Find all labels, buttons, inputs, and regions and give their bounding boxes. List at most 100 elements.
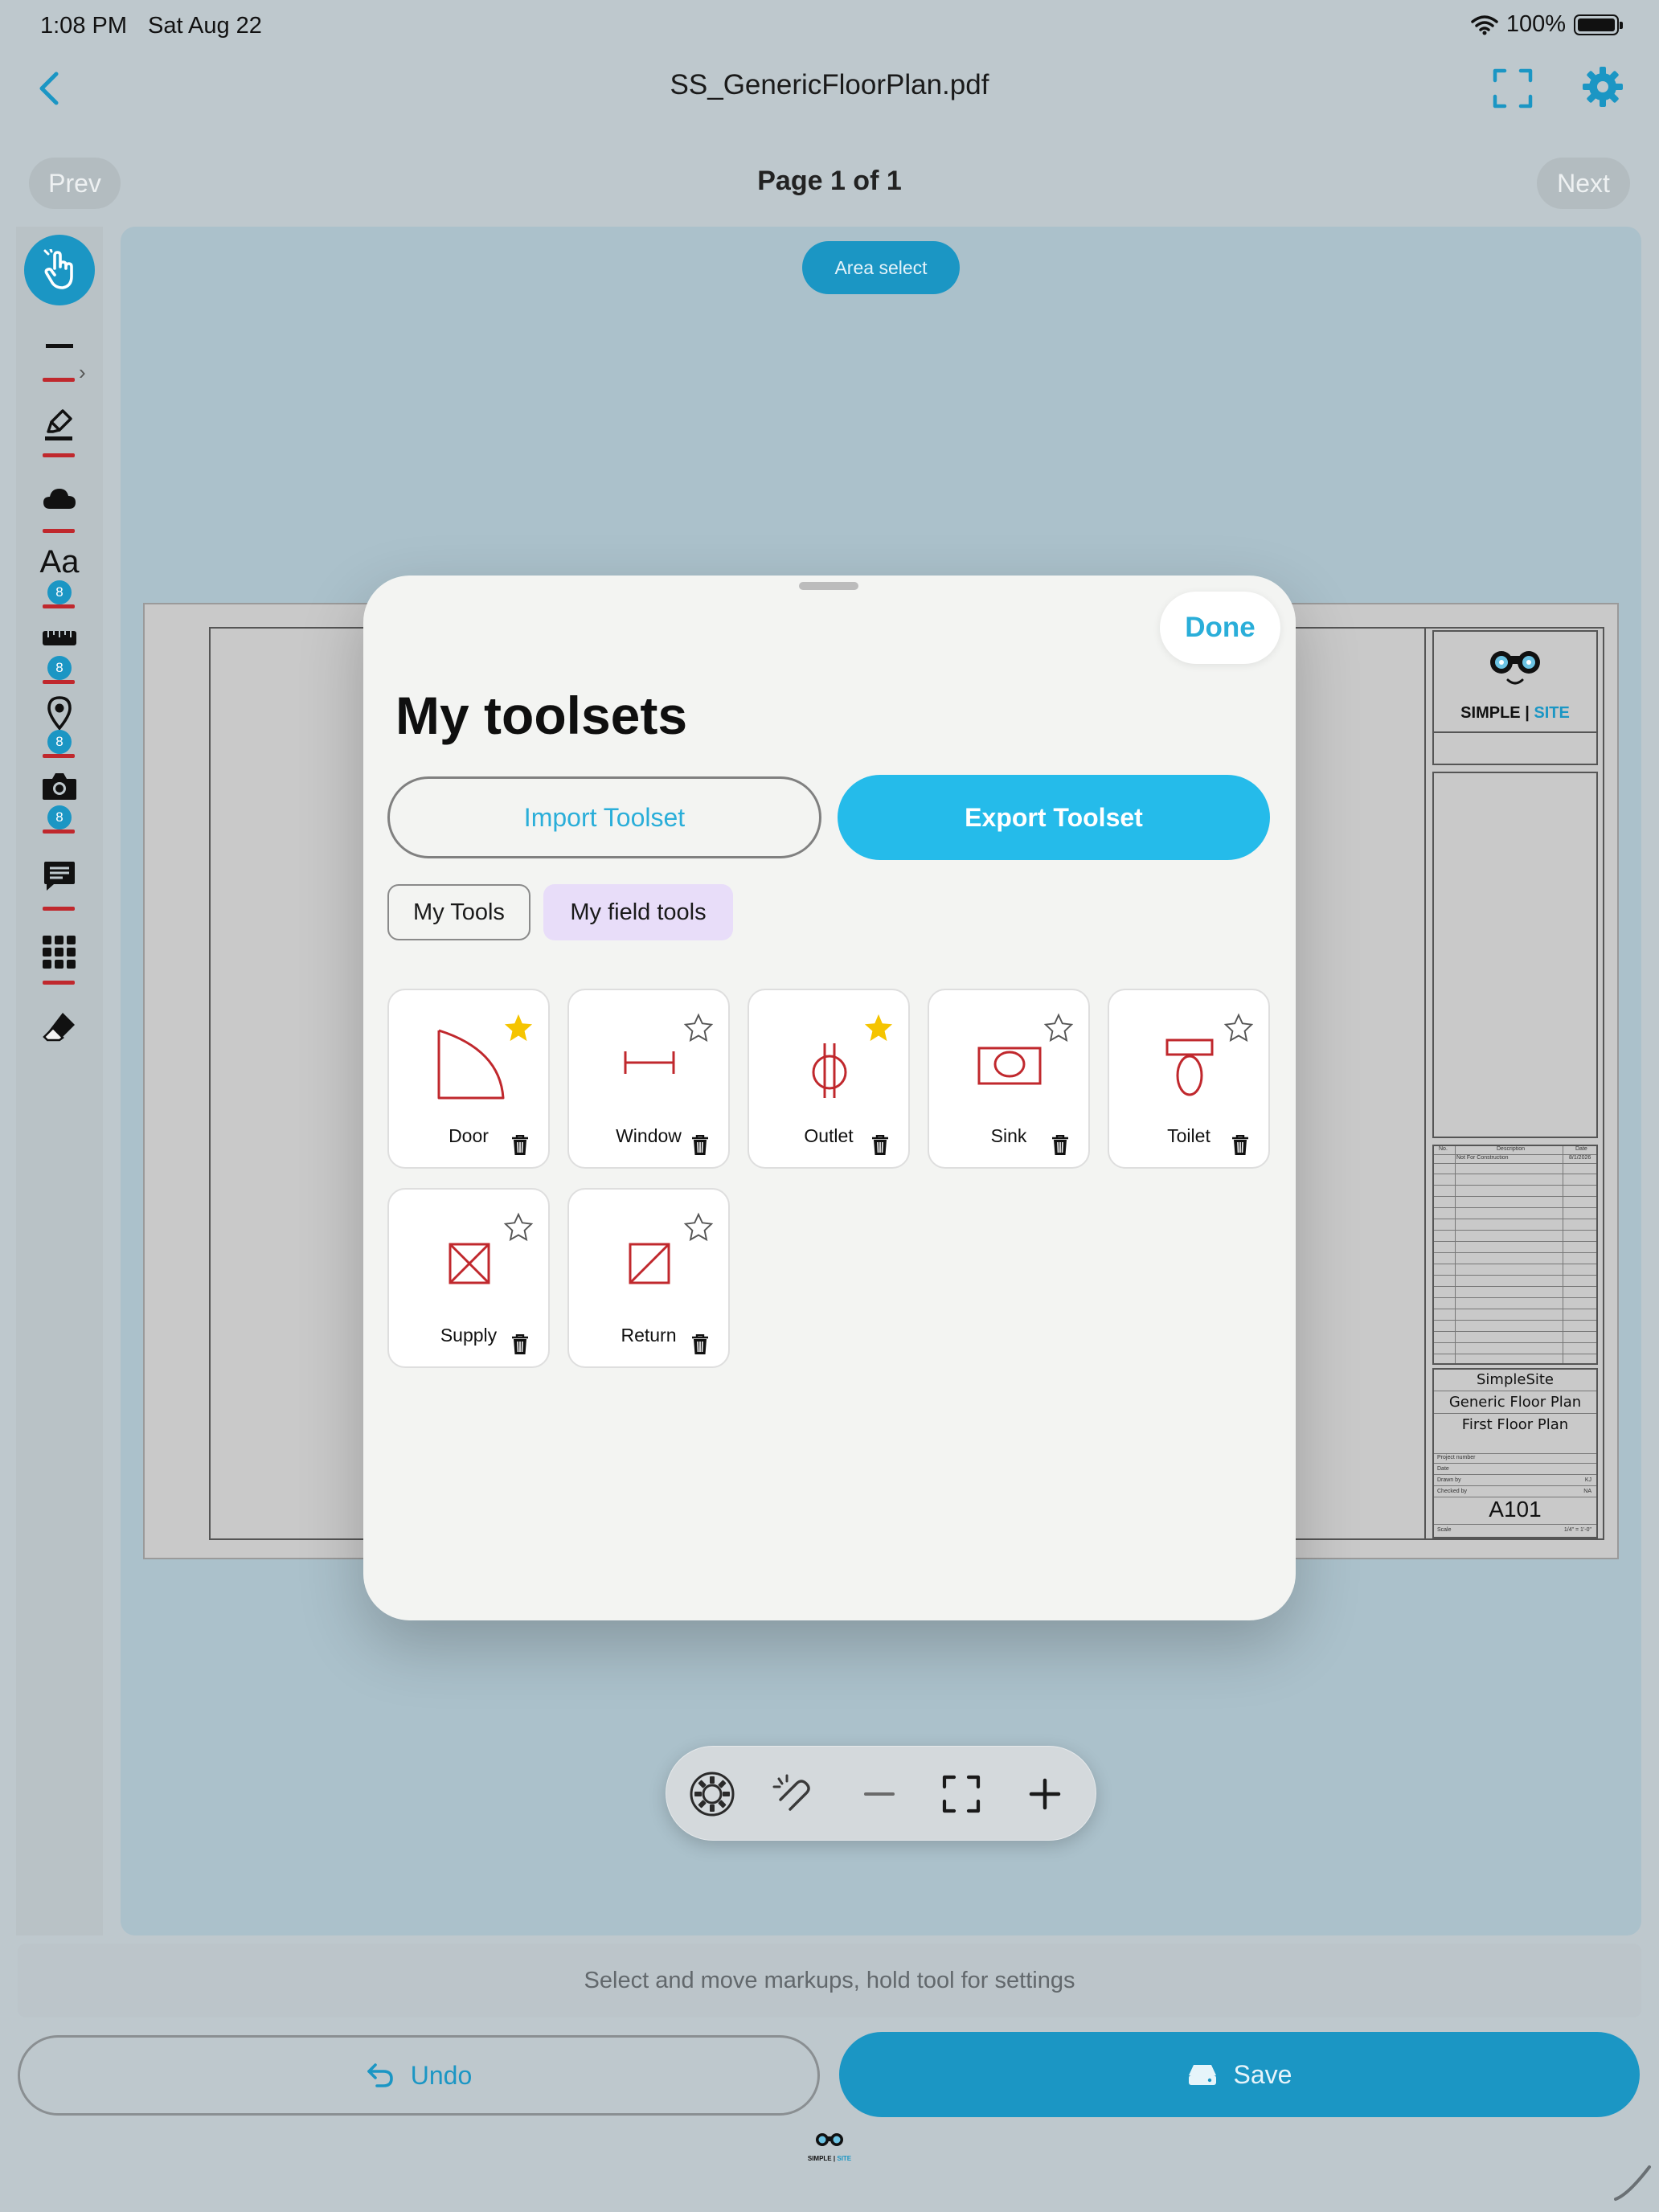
magnet-snap-icon[interactable] xyxy=(769,1769,819,1819)
star-outline-icon[interactable] xyxy=(683,1212,714,1243)
status-bar-time: 1:08 PM Sat Aug 22 xyxy=(40,13,262,39)
pan-select-tool[interactable] xyxy=(24,235,95,305)
star-outline-icon[interactable] xyxy=(683,1013,714,1043)
trash-icon[interactable] xyxy=(871,1135,889,1156)
export-toolset-button[interactable]: Export Toolset xyxy=(838,775,1270,860)
value-scale: 1/4" = 1'-0" xyxy=(1563,1527,1591,1533)
measure-tool[interactable] xyxy=(32,627,87,649)
title-block-logo-box: SIMPLE | SITE xyxy=(1432,630,1598,733)
footer-logo-separator: | xyxy=(833,2155,836,2162)
wifi-icon xyxy=(1471,14,1498,35)
settings-cog-icon[interactable] xyxy=(687,1769,737,1819)
toolset-grid-tool-color xyxy=(43,981,75,985)
footer-logo-site: SITE xyxy=(837,2155,852,2162)
tool-card-supply[interactable]: Supply xyxy=(387,1188,550,1368)
tool-card-window[interactable]: Window xyxy=(567,989,730,1169)
trash-icon[interactable] xyxy=(1231,1135,1249,1156)
text-tool-badge: 8 xyxy=(47,580,72,604)
door-icon xyxy=(437,1029,505,1100)
trash-icon[interactable] xyxy=(691,1334,709,1355)
comment-tool[interactable] xyxy=(32,858,87,894)
star-filled-icon[interactable] xyxy=(863,1013,894,1043)
star-filled-icon[interactable] xyxy=(503,1013,534,1043)
undo-button[interactable]: Undo xyxy=(18,2035,820,2116)
logo-separator: | xyxy=(1525,704,1530,722)
star-outline-icon[interactable] xyxy=(503,1212,534,1243)
sheet-grabber[interactable] xyxy=(799,582,858,590)
hint-text: Select and move markups, hold tool for s… xyxy=(18,1944,1641,2017)
battery-icon xyxy=(1574,14,1623,35)
trash-icon[interactable] xyxy=(1051,1135,1069,1156)
sheet-title: First Floor Plan xyxy=(1461,1416,1569,1433)
toilet-icon xyxy=(1165,1038,1214,1096)
gear-icon[interactable] xyxy=(1580,64,1625,109)
modal-title: My toolsets xyxy=(395,686,688,745)
label-checked-by: Checked by xyxy=(1437,1489,1467,1494)
revision-header-description: Description xyxy=(1497,1146,1526,1152)
zoom-in-icon[interactable] xyxy=(1020,1769,1070,1819)
supply-icon xyxy=(449,1243,490,1284)
pin-tool[interactable] xyxy=(32,694,87,731)
return-icon xyxy=(629,1243,670,1284)
trash-icon[interactable] xyxy=(511,1334,529,1355)
photo-tool-color xyxy=(43,830,75,834)
text-tool-icon: Aa xyxy=(39,544,80,580)
text-tool[interactable]: Aa xyxy=(32,543,87,580)
cloud-tool[interactable] xyxy=(32,482,87,514)
tool-card-return[interactable]: Return xyxy=(567,1188,730,1368)
eraser-tool[interactable] xyxy=(32,1008,87,1045)
comment-tool-color xyxy=(43,907,75,911)
zoom-out-icon[interactable] xyxy=(854,1769,904,1819)
area-select-button[interactable]: Area select xyxy=(802,241,960,294)
star-outline-icon[interactable] xyxy=(1223,1013,1254,1043)
sink-icon xyxy=(977,1047,1042,1085)
label-project-number: Project number xyxy=(1437,1455,1476,1460)
measure-tool-badge: 8 xyxy=(47,656,72,680)
drawing-title: Generic Floor Plan xyxy=(1448,1394,1582,1411)
comment-icon xyxy=(44,862,75,891)
tool-card-sink[interactable]: Sink xyxy=(928,989,1090,1169)
photo-tool[interactable] xyxy=(32,770,87,802)
highlighter-icon xyxy=(45,409,72,440)
save-label: Save xyxy=(1233,2059,1292,2089)
tool-card-toilet[interactable]: Toilet xyxy=(1108,989,1270,1169)
done-button[interactable]: Done xyxy=(1160,592,1280,664)
import-toolset-button[interactable]: Import Toolset xyxy=(387,776,821,858)
status-time: 1:08 PM xyxy=(40,13,127,39)
apple-pencil-icon xyxy=(1614,2165,1651,2201)
logo-simple: SIMPLE xyxy=(1460,704,1521,722)
text-tool-color xyxy=(43,604,75,608)
hand-pointer-icon xyxy=(43,249,73,289)
line-tool[interactable] xyxy=(32,338,87,355)
trash-icon[interactable] xyxy=(691,1135,709,1156)
label-date: Date xyxy=(1437,1466,1449,1472)
grid-icon xyxy=(43,936,76,969)
highlighter-tool[interactable] xyxy=(32,407,87,444)
tool-card-door[interactable]: Door xyxy=(387,989,550,1169)
label-scale: Scale xyxy=(1437,1527,1452,1533)
tab-my-tools[interactable]: My Tools xyxy=(387,884,530,940)
cloud-tool-color xyxy=(43,529,75,533)
toolset-grid-tool[interactable] xyxy=(32,934,87,971)
fullscreen-icon[interactable] xyxy=(1492,68,1534,109)
save-button[interactable]: Save xyxy=(839,2032,1640,2117)
cloud-icon xyxy=(43,489,76,509)
star-outline-icon[interactable] xyxy=(1043,1013,1074,1043)
revision-header-no: No. xyxy=(1439,1146,1448,1152)
title-block: SIMPLE | SITE No. Description Date Not F… xyxy=(1424,627,1604,1540)
trash-icon[interactable] xyxy=(511,1135,529,1156)
value-checked-by: NA xyxy=(1583,1489,1591,1494)
binoculars-logo-icon xyxy=(816,2133,843,2146)
next-page-button[interactable]: Next xyxy=(1537,158,1630,209)
status-date: Sat Aug 22 xyxy=(148,13,262,39)
floating-toolbar xyxy=(666,1746,1096,1841)
eraser-icon xyxy=(43,1013,75,1042)
ruler-icon xyxy=(43,631,76,645)
toolsets-modal: Done My toolsets Import Toolset Export T… xyxy=(363,576,1296,1620)
fit-page-icon[interactable] xyxy=(936,1769,986,1819)
tab-my-field-tools[interactable]: My field tools xyxy=(543,884,733,940)
chevron-right-icon[interactable]: › xyxy=(79,360,86,385)
tool-card-outlet[interactable]: Outlet xyxy=(748,989,910,1169)
page-indicator: Page 1 of 1 xyxy=(757,166,902,196)
window-icon xyxy=(624,1051,675,1074)
